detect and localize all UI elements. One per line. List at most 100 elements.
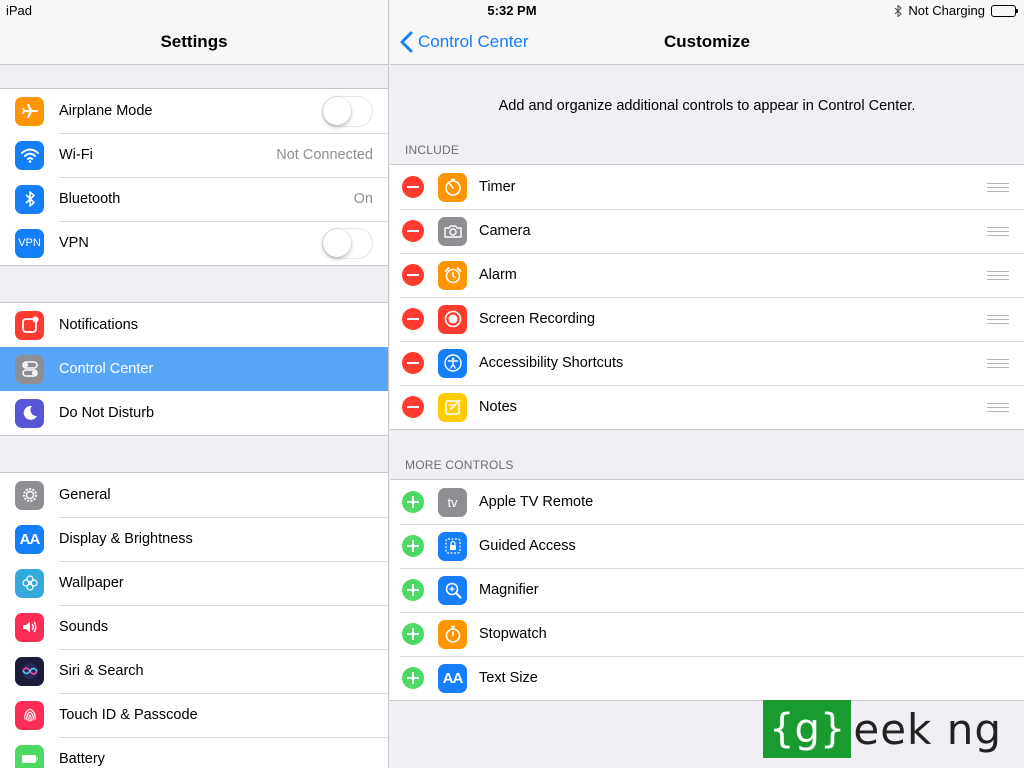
reorder-handle-icon[interactable] xyxy=(987,402,1009,412)
reorder-handle-icon[interactable] xyxy=(987,226,1009,236)
control-label: Stopwatch xyxy=(479,626,547,642)
add-apple-tv-remote-button[interactable] xyxy=(402,491,424,513)
wifi-icon xyxy=(15,140,44,170)
settings-item-label: Display & Brightness xyxy=(59,531,193,547)
remove-accessibility-shortcuts-button[interactable] xyxy=(402,352,424,374)
settings-item-display-and-brightness[interactable]: AA Display & Brightness xyxy=(0,517,388,561)
settings-item-general[interactable]: General xyxy=(0,473,388,517)
customize-description: Add and organize additional controls to … xyxy=(498,98,916,114)
battery-icon xyxy=(15,744,44,768)
control-row-stopwatch: Stopwatch xyxy=(390,612,1024,656)
control-row-notes: Notes xyxy=(390,385,1024,429)
watermark-logo: {g} eek ng xyxy=(763,700,1002,758)
settings-item-battery[interactable]: Battery xyxy=(0,737,388,768)
more-controls-list: tv Apple TV Remote Guided Access Magnifier S… xyxy=(390,479,1024,701)
settings-item-bluetooth[interactable]: Bluetooth On xyxy=(0,177,388,221)
settings-item-control-center[interactable]: Control Center xyxy=(0,347,388,391)
reorder-handle-icon[interactable] xyxy=(987,182,1009,192)
add-guided-access-button[interactable] xyxy=(402,535,424,557)
settings-item-notifications[interactable]: Notifications xyxy=(0,303,388,347)
camera-icon xyxy=(438,216,467,246)
control-label: Screen Recording xyxy=(479,311,596,327)
status-bar: iPad 5:32 PM Not Charging xyxy=(0,0,1024,20)
settings-item-value: On xyxy=(353,191,373,207)
control-label: Guided Access xyxy=(479,538,576,554)
settings-item-label: Battery xyxy=(59,751,105,767)
remove-timer-button[interactable] xyxy=(402,176,424,198)
fingerprint-icon xyxy=(15,700,44,730)
status-time: 5:32 PM xyxy=(487,3,537,18)
control-row-timer: Timer xyxy=(390,165,1024,209)
settings-title: Settings xyxy=(160,32,228,51)
settings-item-label: Wi-Fi xyxy=(59,147,93,163)
settings-group: General AA Display & Brightness Wallpaper So… xyxy=(0,472,388,768)
settings-item-wallpaper[interactable]: Wallpaper xyxy=(0,561,388,605)
screen-recording-icon xyxy=(438,304,467,334)
bluetooth-icon xyxy=(15,184,44,214)
notes-icon xyxy=(438,392,467,422)
add-text-size-button[interactable] xyxy=(402,667,424,689)
vpn-icon: VPN xyxy=(15,228,44,258)
settings-item-vpn[interactable]: VPN VPN xyxy=(0,221,388,265)
remove-alarm-button[interactable] xyxy=(402,264,424,286)
control-row-camera: Camera xyxy=(390,209,1024,253)
add-stopwatch-button[interactable] xyxy=(402,623,424,645)
settings-item-touch-id-and-passcode[interactable]: Touch ID & Passcode xyxy=(0,693,388,737)
reorder-handle-icon[interactable] xyxy=(987,270,1009,280)
stopwatch-icon xyxy=(438,619,467,649)
vpn-icon-text: VPN xyxy=(18,237,41,249)
settings-item-label: Control Center xyxy=(59,361,154,377)
reorder-handle-icon[interactable] xyxy=(987,358,1009,368)
apple-tv-icon-text: tv xyxy=(447,494,458,510)
lock-icon xyxy=(438,531,467,561)
settings-item-airplane-mode[interactable]: Airplane Mode xyxy=(0,89,388,133)
customize-title: Customize xyxy=(664,32,750,51)
text-size-icon: AA xyxy=(15,524,44,554)
settings-item-label: VPN xyxy=(59,235,89,251)
control-row-screen-recording: Screen Recording xyxy=(390,297,1024,341)
settings-group: Notifications Control Center Do Not Distur… xyxy=(0,302,388,436)
control-label: Accessibility Shortcuts xyxy=(479,355,624,371)
add-magnifier-button[interactable] xyxy=(402,579,424,601)
charging-status: Not Charging xyxy=(908,3,985,18)
control-row-guided-access: Guided Access xyxy=(390,524,1024,568)
settings-item-label: Sounds xyxy=(59,619,109,635)
status-right: Not Charging xyxy=(894,3,1018,18)
control-label: Camera xyxy=(479,223,531,239)
remove-notes-button[interactable] xyxy=(402,396,424,418)
settings-item-label: Notifications xyxy=(59,317,138,333)
control-label: Magnifier xyxy=(479,582,539,598)
speaker-icon xyxy=(15,612,44,642)
settings-item-label: Wallpaper xyxy=(59,575,124,591)
settings-group: Airplane Mode Wi-Fi Not Connected Bluetooth… xyxy=(0,88,388,266)
vpn-toggle[interactable] xyxy=(322,227,373,259)
settings-item-do-not-disturb[interactable]: Do Not Disturb xyxy=(0,391,388,435)
customize-pane: Control Center Customize Add and organiz… xyxy=(390,0,1024,768)
accessibility-icon xyxy=(438,348,467,378)
airplane-mode-toggle[interactable] xyxy=(322,95,373,127)
settings-item-label: General xyxy=(59,487,111,503)
toggle-knob xyxy=(323,228,351,257)
settings-item-wi-fi[interactable]: Wi-Fi Not Connected xyxy=(0,133,388,177)
settings-pane: Settings Airplane Mode Wi-Fi Not Connected… xyxy=(0,0,389,768)
alarm-icon xyxy=(438,260,467,290)
settings-item-label: Bluetooth xyxy=(59,191,121,207)
control-label: Text Size xyxy=(479,670,538,686)
timer-icon xyxy=(438,172,467,202)
settings-item-value: Not Connected xyxy=(276,147,373,163)
reorder-handle-icon[interactable] xyxy=(987,314,1009,324)
include-list: Timer Camera Alarm Screen Recording Accessib… xyxy=(390,164,1024,430)
settings-item-sounds[interactable]: Sounds xyxy=(0,605,388,649)
settings-item-label: Touch ID & Passcode xyxy=(59,707,198,723)
remove-camera-button[interactable] xyxy=(402,220,424,242)
settings-item-siri-and-search[interactable]: Siri & Search xyxy=(0,649,388,693)
control-row-magnifier: Magnifier xyxy=(390,568,1024,612)
settings-item-label: Airplane Mode xyxy=(59,103,153,119)
control-label: Alarm xyxy=(479,267,517,283)
include-section-header: INCLUDE xyxy=(405,143,460,157)
text-size-icon-text: AA xyxy=(19,530,41,548)
control-row-text-size: AA Text Size xyxy=(390,656,1024,700)
remove-screen-recording-button[interactable] xyxy=(402,308,424,330)
settings-item-label: Do Not Disturb xyxy=(59,405,155,421)
control-row-alarm: Alarm xyxy=(390,253,1024,297)
